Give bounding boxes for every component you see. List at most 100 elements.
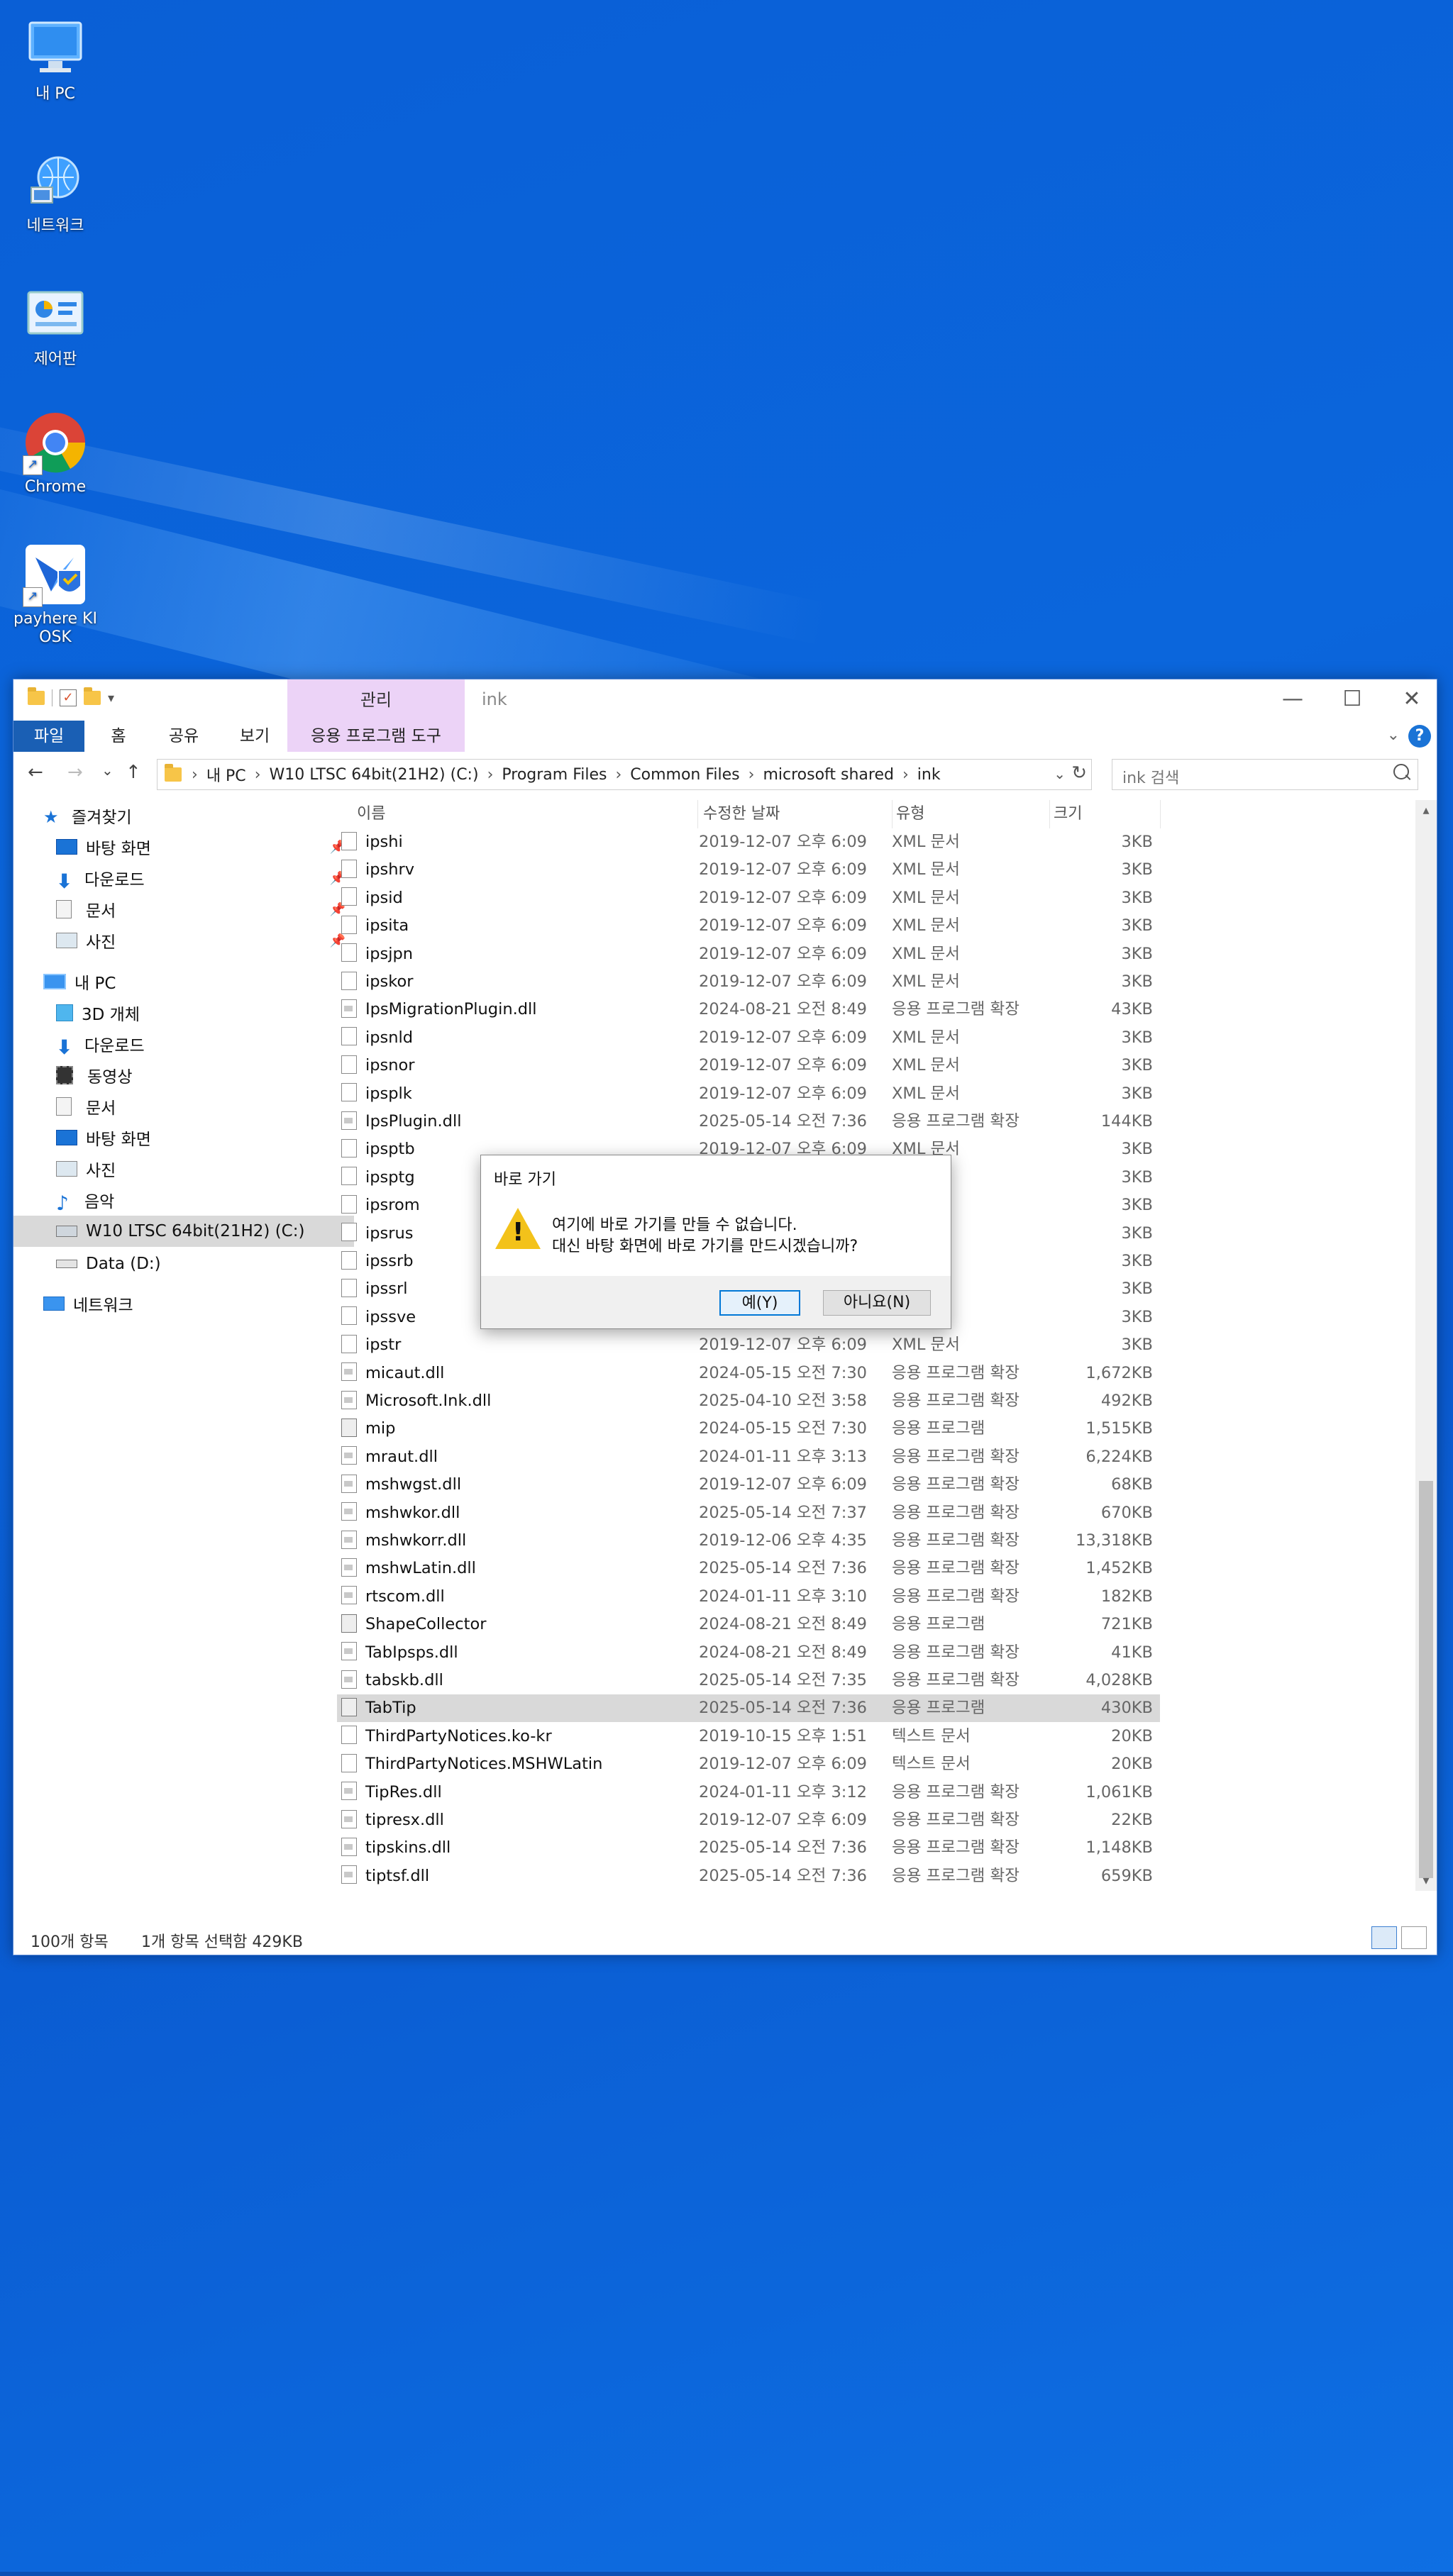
tab-application-tools[interactable]: 응용 프로그램 도구: [287, 721, 465, 752]
maximize-button[interactable]: ☐: [1327, 684, 1377, 716]
breadcrumb-ink[interactable]: ink: [912, 766, 946, 784]
table-row[interactable]: ipsnor 2019-12-07 오후 6:09 XML 문서 3KB: [337, 1052, 1160, 1079]
recent-locations-button[interactable]: ⌄: [101, 762, 114, 779]
tab-view[interactable]: 보기: [226, 721, 283, 752]
table-row[interactable]: ipsplk 2019-12-07 오후 6:09 XML 문서 3KB: [337, 1080, 1160, 1108]
scrollbar-thumb[interactable]: [1419, 1481, 1433, 1878]
nav-item-d-drive[interactable]: Data (D:): [13, 1248, 354, 1279]
customize-qat-chevron-down-icon[interactable]: ▾: [108, 691, 114, 706]
table-row[interactable]: ipsita 2019-12-07 오후 6:09 XML 문서 3KB: [337, 912, 1160, 940]
address-dropdown-chevron-icon[interactable]: ⌄: [1054, 765, 1066, 782]
table-row[interactable]: mshwkor.dll 2025-05-14 오전 7:37 응용 프로그램 확장 6…: [337, 1499, 1160, 1527]
table-row[interactable]: tpcps.dll2019-12-07 오후 6:09응용 프로그램 확장95K…: [337, 1890, 1160, 1891]
refresh-icon[interactable]: ↻: [1071, 762, 1087, 784]
column-header-type[interactable]: 유형: [896, 800, 1050, 828]
file-date: 2019-12-07 오후 6:09: [699, 916, 867, 936]
table-row[interactable]: ipshi 2019-12-07 오후 6:09 XML 문서 3KB: [337, 828, 1160, 856]
table-row[interactable]: IpsPlugin.dll 2025-05-14 오전 7:36 응용 프로그램 확…: [337, 1108, 1160, 1136]
minimize-button[interactable]: —: [1268, 684, 1317, 716]
table-row[interactable]: TabIpsps.dll 2024-08-21 오전 8:49 응용 프로그램 확장…: [337, 1639, 1160, 1667]
desktop-icon-network[interactable]: 네트워크: [10, 149, 101, 235]
table-row[interactable]: ipsid 2019-12-07 오후 6:09 XML 문서 3KB: [337, 884, 1160, 912]
vertical-scrollbar[interactable]: ▴ ▾: [1415, 800, 1437, 1891]
tab-file[interactable]: 파일: [13, 721, 84, 752]
breadcrumb-common-files[interactable]: Common Files: [624, 766, 745, 784]
nav-item-3d-objects[interactable]: 3D 개체: [13, 997, 354, 1028]
column-header-name[interactable]: 이름: [357, 800, 698, 828]
column-header-date[interactable]: 수정한 날짜: [703, 800, 893, 828]
details-view-button[interactable]: [1371, 1926, 1397, 1949]
breadcrumb-microsoft-shared[interactable]: microsoft shared: [757, 766, 900, 784]
table-row[interactable]: ipskor 2019-12-07 오후 6:09 XML 문서 3KB: [337, 968, 1160, 996]
nav-item-downloads[interactable]: ⬇ 다운로드 📌: [13, 862, 354, 894]
up-button[interactable]: ↑: [126, 762, 141, 783]
tab-home[interactable]: 홈: [97, 721, 140, 752]
yes-button[interactable]: 예(Y): [719, 1290, 800, 1316]
table-row[interactable]: mraut.dll 2024-01-11 오후 3:13 응용 프로그램 확장 6,2…: [337, 1443, 1160, 1471]
table-row[interactable]: Microsoft.Ink.dll 2025-04-10 오전 3:58 응용 프로…: [337, 1387, 1160, 1415]
nav-item-videos[interactable]: 동영상: [13, 1060, 354, 1091]
nav-item-pictures-pc[interactable]: 사진: [13, 1153, 354, 1184]
nav-item-downloads-pc[interactable]: ⬇ 다운로드: [13, 1028, 354, 1060]
desktop-icon-my-pc[interactable]: 내 PC: [10, 17, 101, 104]
scroll-down-arrow-icon[interactable]: ▾: [1415, 1873, 1437, 1888]
table-row[interactable]: mshwkorr.dll 2019-12-06 오후 4:35 응용 프로그램 확장…: [337, 1527, 1160, 1555]
table-row[interactable]: IpsMigrationPlugin.dll 2024-08-21 오전 8:49…: [337, 996, 1160, 1023]
table-row[interactable]: mshwLatin.dll 2025-05-14 오전 7:36 응용 프로그램 확…: [337, 1555, 1160, 1582]
search-input[interactable]: ink 검색: [1112, 759, 1418, 790]
no-button[interactable]: 아니요(N): [823, 1290, 931, 1316]
document-icon: [341, 1083, 357, 1102]
breadcrumb-c-drive[interactable]: W10 LTSC 64bit(21H2) (C:): [264, 766, 485, 784]
file-size: 3KB: [1121, 944, 1153, 963]
table-row[interactable]: tipskins.dll 2025-05-14 오전 7:36 응용 프로그램 확장…: [337, 1834, 1160, 1862]
nav-quick-access[interactable]: ★ 즐겨찾기: [13, 800, 341, 831]
table-row[interactable]: ipstr 2019-12-07 오후 6:09 XML 문서 3KB: [337, 1331, 1160, 1359]
address-bar[interactable]: › 내 PC › W10 LTSC 64bit(21H2) (C:) › Pro…: [157, 759, 1092, 790]
help-button[interactable]: ?: [1408, 725, 1431, 748]
table-row[interactable]: ShapeCollector 2024-08-21 오전 8:49 응용 프로그램 7…: [337, 1611, 1160, 1638]
nav-item-pictures[interactable]: 사진 📌: [13, 925, 354, 956]
table-row[interactable]: micaut.dll 2024-05-15 오전 7:30 응용 프로그램 확장 1,…: [337, 1360, 1160, 1387]
new-folder-icon[interactable]: [84, 687, 101, 705]
desktop-icon-payhere-kiosk[interactable]: ↗ payhere KIOSK: [10, 542, 101, 647]
breadcrumb-my-pc[interactable]: 내 PC: [201, 763, 252, 786]
table-row[interactable]: ThirdPartyNotices.MSHWLatin 2019-12-07 오후…: [337, 1750, 1160, 1778]
file-name: ShapeCollector: [365, 1615, 487, 1634]
nav-item-c-drive[interactable]: W10 LTSC 64bit(21H2) (C:): [13, 1216, 354, 1247]
large-icons-view-button[interactable]: [1401, 1926, 1427, 1949]
table-row[interactable]: TipRes.dll 2024-01-11 오후 3:12 응용 프로그램 확장 1,…: [337, 1779, 1160, 1806]
download-arrow-icon: ⬇: [56, 870, 73, 893]
table-row[interactable]: TabTip 2025-05-14 오전 7:36 응용 프로그램 430KB: [337, 1694, 1160, 1723]
table-row[interactable]: ipshrv 2019-12-07 오후 6:09 XML 문서 3KB: [337, 856, 1160, 884]
table-row[interactable]: mshwgst.dll 2019-12-07 오후 6:09 응용 프로그램 확장 6…: [337, 1471, 1160, 1499]
close-button[interactable]: ✕: [1387, 684, 1437, 716]
nav-item-music[interactable]: ♪ 음악: [13, 1184, 354, 1216]
nav-this-pc[interactable]: 내 PC: [13, 966, 341, 997]
forward-button[interactable]: →: [67, 762, 83, 783]
nav-item-desktop-pc[interactable]: 바탕 화면: [13, 1122, 354, 1153]
table-row[interactable]: rtscom.dll 2024-01-11 오후 3:10 응용 프로그램 확장 18…: [337, 1583, 1160, 1611]
nav-item-desktop[interactable]: 바탕 화면 📌: [13, 831, 354, 862]
breadcrumb-program-files[interactable]: Program Files: [496, 766, 612, 784]
dll-file-icon: [341, 1865, 357, 1884]
table-row[interactable]: tiptsf.dll 2025-05-14 오전 7:36 응용 프로그램 확장 65…: [337, 1862, 1160, 1890]
expand-ribbon-chevron-icon[interactable]: ⌄: [1387, 726, 1400, 744]
nav-item-documents[interactable]: 문서 📌: [13, 894, 354, 925]
table-row[interactable]: tipresx.dll 2019-12-07 오후 6:09 응용 프로그램 확장 2…: [337, 1806, 1160, 1834]
table-row[interactable]: tabskb.dll 2025-05-14 오전 7:35 응용 프로그램 확장 4,…: [337, 1667, 1160, 1694]
file-type: 응용 프로그램 확장: [892, 1587, 1020, 1606]
table-row[interactable]: ipsjpn 2019-12-07 오후 6:09 XML 문서 3KB: [337, 940, 1160, 968]
file-date: 2019-12-07 오후 6:09: [699, 1084, 867, 1103]
scroll-up-arrow-icon[interactable]: ▴: [1415, 803, 1437, 818]
column-header-size[interactable]: 크기: [1054, 800, 1161, 828]
nav-item-documents-pc[interactable]: 문서: [13, 1091, 354, 1122]
table-row[interactable]: ThirdPartyNotices.ko-kr 2019-10-15 오후 1:5…: [337, 1723, 1160, 1750]
table-row[interactable]: ipsnld 2019-12-07 오후 6:09 XML 문서 3KB: [337, 1024, 1160, 1052]
table-row[interactable]: mip 2024-05-15 오전 7:30 응용 프로그램 1,515KB: [337, 1415, 1160, 1443]
properties-check-icon[interactable]: ✓: [60, 689, 77, 706]
desktop-icon-chrome[interactable]: ↗ Chrome: [10, 410, 101, 496]
tab-share[interactable]: 공유: [155, 721, 212, 752]
nav-network[interactable]: 네트워크: [13, 1288, 341, 1319]
desktop-icon-control-panel[interactable]: 제어판: [10, 282, 101, 369]
back-button[interactable]: ←: [28, 762, 43, 783]
